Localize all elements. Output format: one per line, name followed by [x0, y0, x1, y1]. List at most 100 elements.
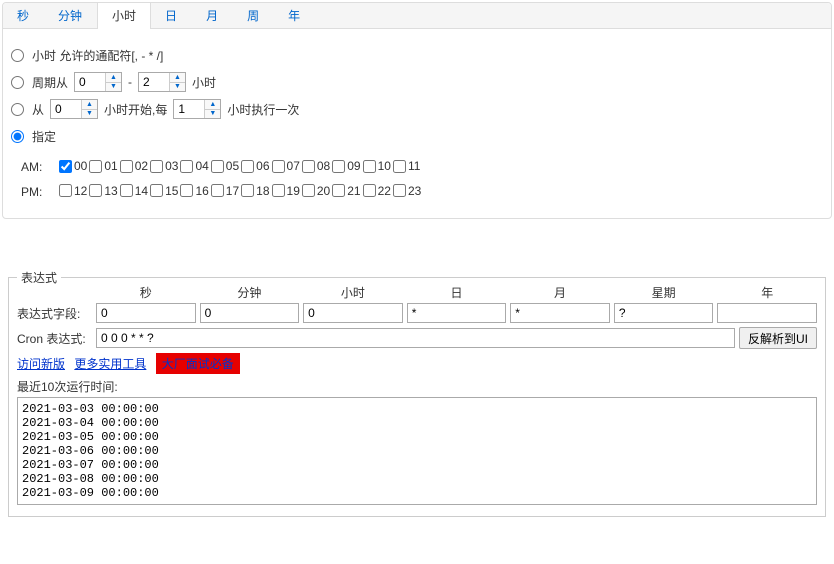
- tab-小时[interactable]: 小时: [97, 2, 151, 29]
- hour-checkbox-12[interactable]: [59, 184, 72, 197]
- link-new-version[interactable]: 访问新版: [17, 357, 65, 371]
- hour-checkbox-07[interactable]: [272, 160, 285, 173]
- spinner-up-icon[interactable]: ▲: [82, 100, 97, 110]
- tabs-bar: 秒分钟小时日月周年: [3, 3, 831, 29]
- hour-check-00[interactable]: 00: [59, 155, 87, 177]
- option-specify[interactable]: 指定: [11, 125, 823, 147]
- hour-check-23[interactable]: 23: [393, 180, 421, 202]
- increment-start-spinner[interactable]: ▲ ▼: [50, 99, 98, 119]
- expr-field-6[interactable]: [717, 303, 817, 323]
- hour-check-04[interactable]: 04: [180, 155, 208, 177]
- hour-check-19[interactable]: 19: [272, 180, 300, 202]
- hour-checkbox-01[interactable]: [89, 160, 102, 173]
- spinner-down-icon[interactable]: ▼: [205, 110, 220, 119]
- reverse-parse-button[interactable]: 反解析到UI: [739, 327, 817, 349]
- expr-field-5[interactable]: [614, 303, 714, 323]
- hour-checkbox-10[interactable]: [363, 160, 376, 173]
- hour-checkbox-22[interactable]: [363, 184, 376, 197]
- hour-label-13: 13: [104, 180, 117, 202]
- cron-input[interactable]: [96, 328, 735, 348]
- hour-check-13[interactable]: 13: [89, 180, 117, 202]
- hour-check-15[interactable]: 15: [150, 180, 178, 202]
- hour-checkbox-02[interactable]: [120, 160, 133, 173]
- hour-check-01[interactable]: 01: [89, 155, 117, 177]
- hour-checkbox-06[interactable]: [241, 160, 254, 173]
- hour-label-07: 07: [287, 155, 300, 177]
- spinner-up-icon[interactable]: ▲: [170, 73, 185, 83]
- hour-check-22[interactable]: 22: [363, 180, 391, 202]
- expr-field-4[interactable]: [510, 303, 610, 323]
- tab-月[interactable]: 月: [192, 3, 233, 28]
- hour-checkbox-03[interactable]: [150, 160, 163, 173]
- header-blank: [17, 284, 92, 301]
- hour-check-21[interactable]: 21: [332, 180, 360, 202]
- expr-field-1[interactable]: [200, 303, 300, 323]
- expr-field-2[interactable]: [303, 303, 403, 323]
- recent-runs-output[interactable]: [17, 397, 817, 505]
- range-from-spinner[interactable]: ▲ ▼: [74, 72, 122, 92]
- hour-check-06[interactable]: 06: [241, 155, 269, 177]
- hour-check-17[interactable]: 17: [211, 180, 239, 202]
- hour-checkbox-23[interactable]: [393, 184, 406, 197]
- hour-checkbox-08[interactable]: [302, 160, 315, 173]
- hour-checkbox-20[interactable]: [302, 184, 315, 197]
- hour-checkbox-11[interactable]: [393, 160, 406, 173]
- spinner-down-icon[interactable]: ▼: [170, 83, 185, 92]
- link-interview-tag[interactable]: 大厂面试必备: [156, 353, 240, 374]
- hour-checkbox-13[interactable]: [89, 184, 102, 197]
- hour-check-09[interactable]: 09: [332, 155, 360, 177]
- increment-start-input[interactable]: [51, 100, 81, 118]
- hour-check-02[interactable]: 02: [120, 155, 148, 177]
- hour-checkbox-15[interactable]: [150, 184, 163, 197]
- tab-分钟[interactable]: 分钟: [44, 3, 97, 28]
- hour-check-03[interactable]: 03: [150, 155, 178, 177]
- link-more-tools[interactable]: 更多实用工具: [74, 357, 146, 371]
- radio-specify[interactable]: [11, 130, 24, 143]
- spinner-down-icon[interactable]: ▼: [82, 110, 97, 119]
- range-to-input[interactable]: [139, 73, 169, 91]
- option-range[interactable]: 周期从 ▲ ▼ - ▲ ▼ 小时: [11, 71, 823, 93]
- hour-label-09: 09: [347, 155, 360, 177]
- tab-年[interactable]: 年: [274, 3, 315, 28]
- range-to-spinner[interactable]: ▲ ▼: [138, 72, 186, 92]
- hour-checkbox-14[interactable]: [120, 184, 133, 197]
- cron-label: Cron 表达式:: [17, 330, 92, 347]
- spinner-down-icon[interactable]: ▼: [106, 83, 121, 92]
- spinner-up-icon[interactable]: ▲: [106, 73, 121, 83]
- radio-increment[interactable]: [11, 103, 24, 116]
- tab-周[interactable]: 周: [233, 3, 274, 28]
- hour-check-18[interactable]: 18: [241, 180, 269, 202]
- expr-field-3[interactable]: [407, 303, 507, 323]
- hour-checkbox-05[interactable]: [211, 160, 224, 173]
- tab-秒[interactable]: 秒: [3, 3, 44, 28]
- hour-check-20[interactable]: 20: [302, 180, 330, 202]
- header-星期: 星期: [614, 284, 714, 301]
- tab-日[interactable]: 日: [151, 3, 192, 28]
- hour-checkbox-19[interactable]: [272, 184, 285, 197]
- radio-range[interactable]: [11, 76, 24, 89]
- hour-checkbox-04[interactable]: [180, 160, 193, 173]
- hour-check-12[interactable]: 12: [59, 180, 87, 202]
- hour-checkbox-21[interactable]: [332, 184, 345, 197]
- option-increment[interactable]: 从 ▲ ▼ 小时开始,每 ▲ ▼ 小时执行一次: [11, 98, 823, 120]
- increment-every-input[interactable]: [174, 100, 204, 118]
- hour-check-07[interactable]: 07: [272, 155, 300, 177]
- hour-check-10[interactable]: 10: [363, 155, 391, 177]
- hour-checkbox-17[interactable]: [211, 184, 224, 197]
- increment-every-spinner[interactable]: ▲ ▼: [173, 99, 221, 119]
- hour-check-08[interactable]: 08: [302, 155, 330, 177]
- hour-checkbox-00[interactable]: [59, 160, 72, 173]
- hour-check-11[interactable]: 11: [393, 155, 420, 177]
- spinner-up-icon[interactable]: ▲: [205, 100, 220, 110]
- hour-checkbox-16[interactable]: [180, 184, 193, 197]
- expr-field-0[interactable]: [96, 303, 196, 323]
- am-row: AM: 000102030405060708091011: [21, 155, 823, 180]
- hour-checkbox-18[interactable]: [241, 184, 254, 197]
- radio-wildcard[interactable]: [11, 49, 24, 62]
- option-wildcard[interactable]: 小时 允许的通配符[, - * /]: [11, 44, 823, 66]
- hour-checkbox-09[interactable]: [332, 160, 345, 173]
- hour-check-05[interactable]: 05: [211, 155, 239, 177]
- hour-check-14[interactable]: 14: [120, 180, 148, 202]
- hour-check-16[interactable]: 16: [180, 180, 208, 202]
- range-from-input[interactable]: [75, 73, 105, 91]
